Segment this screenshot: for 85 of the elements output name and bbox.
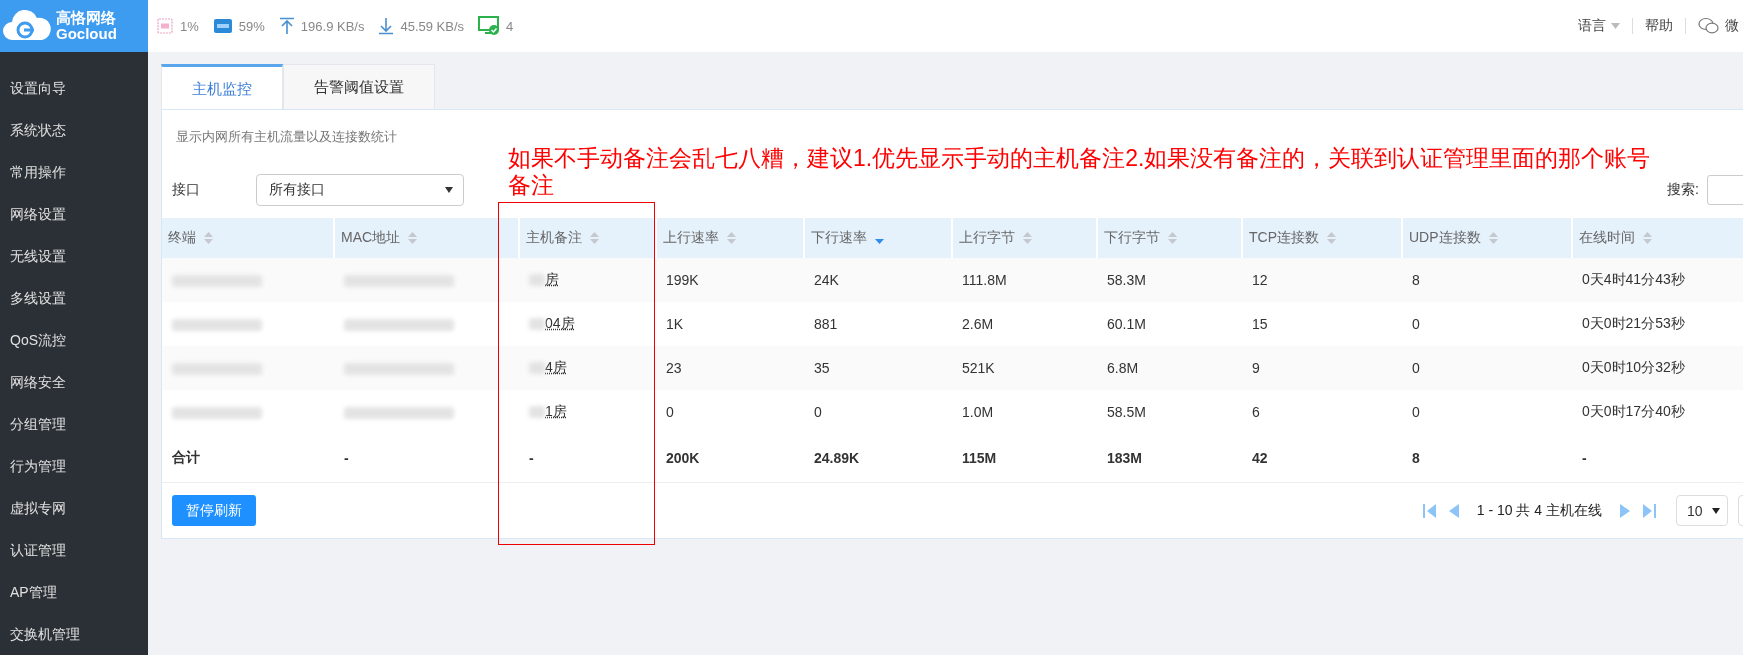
search-label: 搜索:	[1667, 181, 1699, 199]
table-cell: 12	[1252, 272, 1268, 288]
column-header[interactable]: 上行字节	[952, 218, 1097, 258]
sidebar-item[interactable]: AP管理	[0, 571, 148, 613]
total-cell: 183M	[1107, 450, 1143, 466]
sidebar-item[interactable]: 虚拟专网	[0, 487, 148, 529]
table-cell: 1.0M	[962, 404, 994, 420]
table-cell: 0	[1412, 360, 1420, 376]
column-header[interactable]: 下行速率	[804, 218, 952, 258]
sidebar-item[interactable]: 设置向导	[0, 67, 148, 109]
column-header[interactable]: 在线时间	[1572, 218, 1743, 258]
logo-brand: Gocloud	[56, 26, 117, 42]
table-cell: 0	[1412, 404, 1420, 420]
ram-usage: 59%	[238, 18, 265, 34]
column-header[interactable]: UDP连接数	[1402, 218, 1572, 258]
interface-label: 接口	[172, 181, 201, 199]
sidebar-item[interactable]: 网络安全	[0, 361, 148, 403]
table-cell: 0天0时10分32秒	[1582, 359, 1685, 375]
table-cell: 199K	[666, 272, 699, 288]
language-dropdown[interactable]: 语言	[1578, 17, 1620, 35]
table-cell: 0	[1412, 316, 1420, 332]
column-header[interactable]: TCP连接数	[1242, 218, 1402, 258]
cpu-usage: 1%	[180, 18, 199, 34]
table-cell: 111.8M	[962, 272, 1007, 288]
column-header[interactable]: 终端	[162, 218, 334, 258]
sidebar-item[interactable]: 系统状态	[0, 109, 148, 151]
table-cell: 35	[814, 360, 830, 376]
column-header[interactable]: 下行字节	[1097, 218, 1242, 258]
table-cell: 0天0时17分40秒	[1582, 403, 1685, 419]
pagination-summary: 1 - 10 共 4 主机在线	[1476, 501, 1602, 520]
host-note-link[interactable]: 04房	[545, 315, 575, 333]
table-cell: 58.5M	[1107, 404, 1146, 420]
total-cell: 24.89K	[814, 450, 860, 466]
column-header[interactable]: 主机备注	[519, 218, 656, 258]
column-header[interactable]: 上行速率	[656, 218, 804, 258]
sidebar-item[interactable]: QoS流控	[0, 319, 148, 361]
table-cell: 9	[1252, 360, 1260, 376]
sidebar-item[interactable]: 常用操作	[0, 151, 148, 193]
wechat-link[interactable]: 微	[1698, 17, 1739, 35]
host-note-link[interactable]: 4房	[545, 359, 567, 377]
sidebar-item[interactable]: 行为管理	[0, 445, 148, 487]
table-cell: 6.8M	[1107, 360, 1139, 376]
table-cell: 6	[1252, 404, 1260, 420]
column-header[interactable]: MAC地址	[334, 218, 519, 258]
table-cell: 15	[1252, 316, 1268, 332]
total-cell: 115M	[962, 450, 997, 466]
tab[interactable]: 主机监控	[161, 64, 283, 109]
help-link[interactable]: 帮助	[1645, 17, 1673, 35]
download-speed: 45.59 KB/s	[400, 18, 465, 34]
table-cell: 58.3M	[1107, 272, 1146, 288]
sidebar-item[interactable]: 多线设置	[0, 277, 148, 319]
table-cell: 881	[814, 316, 838, 332]
total-cell: -	[1582, 450, 1587, 466]
total-cell: 8	[1412, 450, 1420, 466]
logo-name: 高恪网络	[56, 10, 117, 26]
sidebar-item[interactable]: 认证管理	[0, 529, 148, 571]
description-text: 显示内网所有主机流量以及连接数统计	[175, 128, 398, 146]
page-size-select[interactable]: 10	[1676, 495, 1728, 526]
total-cell: -	[344, 450, 349, 466]
total-cell: 42	[1252, 450, 1268, 466]
total-cell: 合计	[172, 449, 200, 465]
host-note-link[interactable]: 1房	[545, 403, 567, 421]
upload-speed: 196.9 KB/s	[300, 18, 365, 34]
tab[interactable]: 告警阈值设置	[283, 64, 435, 109]
annotation-text: 如果不手动备注会乱七八糟，建议1.优先显示手动的主机备注2.如果没有备注的，关联到认证管理里面的那个账号备注	[508, 145, 1652, 199]
sidebar-item[interactable]: 无线设置	[0, 235, 148, 277]
table-cell: 0天4时41分43秒	[1582, 271, 1685, 287]
sidebar-item[interactable]: 分组管理	[0, 403, 148, 445]
interface-select[interactable]: 所有接口	[256, 174, 464, 206]
online-count: 4	[506, 18, 514, 34]
table-cell: 0	[666, 404, 674, 420]
sidebar-item[interactable]: 交换机管理	[0, 613, 148, 655]
table-cell: 0天0时21分53秒	[1582, 315, 1685, 331]
table-cell: 8	[1412, 272, 1420, 288]
table-cell: 2.6M	[962, 316, 994, 332]
total-cell: -	[529, 450, 534, 466]
sidebar-item[interactable]: 网络设置	[0, 193, 148, 235]
total-cell: 200K	[666, 450, 700, 466]
table-cell: 1K	[666, 316, 684, 332]
table-cell: 23	[666, 360, 682, 376]
table-cell: 60.1M	[1107, 316, 1146, 332]
host-note-link[interactable]: 房	[545, 271, 559, 289]
table-cell: 0	[814, 404, 822, 420]
table-cell: 521K	[962, 360, 995, 376]
table-cell: 24K	[814, 272, 839, 288]
